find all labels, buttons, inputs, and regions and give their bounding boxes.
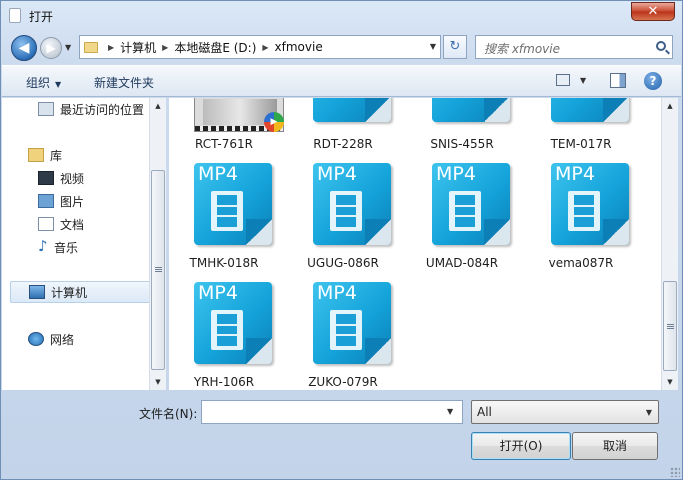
scrollbar-thumb[interactable] [151, 170, 165, 370]
mp4-file-icon: MP4 [551, 163, 633, 249]
breadcrumb-computer[interactable]: 计算机 [120, 39, 156, 56]
network-icon [28, 332, 44, 346]
close-button[interactable]: ✕ [631, 2, 675, 21]
file-type-select[interactable]: All ▼ [471, 400, 659, 424]
recent-pages-dropdown[interactable]: ▼ [65, 43, 71, 52]
address-dropdown-icon[interactable]: ▼ [430, 42, 436, 51]
sidebar-item-network[interactable]: 网络 [28, 328, 74, 350]
file-name: TMHK-018R [189, 256, 259, 270]
command-bar: 组织 ▼ 新建文件夹 ▼ ? [2, 65, 681, 97]
music-library-icon [38, 237, 48, 255]
search-icon[interactable] [656, 41, 666, 51]
refresh-button[interactable]: ↻ [443, 35, 467, 59]
sidebar-item-label: 最近访问的位置 [60, 102, 145, 117]
file-name: SNIS-455R [430, 137, 494, 151]
change-view-icon[interactable] [556, 74, 570, 86]
file-item[interactable]: MP4 vema087R [526, 163, 636, 270]
help-button[interactable]: ? [644, 72, 662, 90]
navigation-pane-scrollbar[interactable]: ▲ ▼ [149, 98, 166, 390]
file-item[interactable]: MP4 YRH-106R [169, 282, 279, 389]
file-name: UGUG-086R [307, 256, 379, 270]
filename-input[interactable] [201, 400, 463, 424]
video-library-icon [38, 171, 54, 185]
mp4-file-icon: MP4 [194, 282, 276, 368]
breadcrumb-drive[interactable]: 本地磁盘E (D:) [174, 39, 256, 56]
file-name: UMAD-084R [425, 256, 499, 270]
chevron-right-icon[interactable]: ▶ [108, 43, 114, 52]
sidebar-item-label: 文档 [60, 217, 85, 232]
chevron-right-icon[interactable]: ▶ [262, 43, 268, 52]
file-item[interactable]: MP4 TMHK-018R [169, 163, 279, 270]
search-box[interactable]: 搜索 xfmovie [475, 35, 673, 59]
chevron-down-icon: ▼ [55, 80, 62, 89]
preview-pane-icon[interactable] [610, 73, 626, 88]
cancel-button[interactable]: 取消 [572, 432, 658, 460]
title-bar: 打开 ✕ [1, 1, 682, 31]
window-title: 打开 [29, 10, 54, 24]
play-icon: ▶ [264, 112, 284, 132]
chevron-down-icon: ▼ [645, 408, 652, 417]
mp4-file-icon [432, 98, 514, 126]
navigation-pane: 最近访问的位置 库 视频 图片 文档 音乐 计算机 网络 [2, 98, 166, 390]
scroll-up-icon[interactable]: ▲ [150, 98, 166, 114]
library-icon [28, 148, 44, 162]
scroll-down-icon[interactable]: ▼ [662, 374, 678, 390]
mp4-file-icon: MP4 [313, 163, 395, 249]
address-bar[interactable]: ▶ 计算机 ▶ 本地磁盘E (D:) ▶ xfmovie ▼ [79, 35, 441, 59]
sidebar-item-label: 图片 [60, 194, 85, 209]
scroll-up-icon[interactable]: ▲ [662, 98, 678, 114]
file-type-value: All [477, 405, 492, 419]
sidebar-item-music[interactable]: 音乐 [38, 236, 78, 258]
file-list: ▶ RCT-761R RDT-228R SNIS-455R TEM-017R M… [169, 98, 661, 390]
open-button[interactable]: 打开(O) [471, 432, 571, 460]
sidebar-item-label: 计算机 [51, 285, 88, 300]
organize-label: 组织 [26, 76, 51, 90]
file-name: RCT-761R [195, 137, 253, 151]
mp4-file-icon [551, 98, 633, 126]
sidebar-item-videos[interactable]: 视频 [38, 167, 84, 189]
file-list-scrollbar[interactable]: ▲ ▼ [661, 98, 678, 390]
mp4-file-icon [313, 98, 395, 126]
filename-label: 文件名(N): [139, 407, 198, 421]
back-button[interactable]: ◀ [11, 35, 37, 61]
forward-button[interactable]: ▶ [40, 37, 62, 59]
file-name: vema087R [548, 256, 614, 270]
sidebar-item-pictures[interactable]: 图片 [38, 190, 84, 212]
file-item[interactable]: MP4 UGUG-086R [288, 163, 398, 270]
scroll-down-icon[interactable]: ▼ [150, 374, 166, 390]
chevron-right-icon[interactable]: ▶ [162, 43, 168, 52]
file-name: RDT-228R [313, 137, 373, 151]
sidebar-item-library[interactable]: 库 [28, 144, 62, 166]
scrollbar-thumb[interactable] [663, 281, 677, 371]
app-icon [9, 8, 21, 23]
resize-grip[interactable] [670, 467, 680, 477]
file-item[interactable]: MP4 UMAD-084R [407, 163, 517, 270]
sidebar-item-computer[interactable]: 计算机 [10, 281, 156, 303]
view-options-dropdown[interactable]: ▼ [580, 76, 586, 85]
folder-icon [84, 41, 98, 53]
documents-library-icon [38, 217, 54, 231]
sidebar-item-label: 网络 [50, 332, 75, 347]
mp4-file-icon: MP4 [432, 163, 514, 249]
new-folder-button[interactable]: 新建文件夹 [94, 74, 154, 91]
file-name: TEM-017R [550, 137, 612, 151]
mp4-file-icon: MP4 [194, 163, 276, 249]
search-input[interactable]: 搜索 xfmovie [484, 40, 560, 57]
breadcrumb-folder[interactable]: xfmovie [275, 40, 323, 54]
organize-menu[interactable]: 组织 ▼ [26, 74, 61, 91]
file-item[interactable]: MP4 ZUKO-079R [288, 282, 398, 389]
open-file-dialog: 打开 ✕ ◀ ▶ ▼ ▶ 计算机 ▶ 本地磁盘E (D:) ▶ xfmovie … [0, 0, 683, 480]
sidebar-item-recent-places[interactable]: 最近访问的位置 [38, 98, 144, 120]
pictures-library-icon [38, 194, 54, 208]
mp4-file-icon: MP4 [313, 282, 395, 368]
file-name: YRH-106R [193, 375, 255, 389]
sidebar-item-documents[interactable]: 文档 [38, 213, 84, 235]
sidebar-item-label: 音乐 [54, 240, 79, 255]
sidebar-item-label: 视频 [60, 171, 85, 186]
computer-icon [29, 285, 45, 299]
file-name: ZUKO-079R [308, 375, 378, 389]
recent-places-icon [38, 102, 54, 116]
sidebar-item-label: 库 [50, 148, 63, 163]
